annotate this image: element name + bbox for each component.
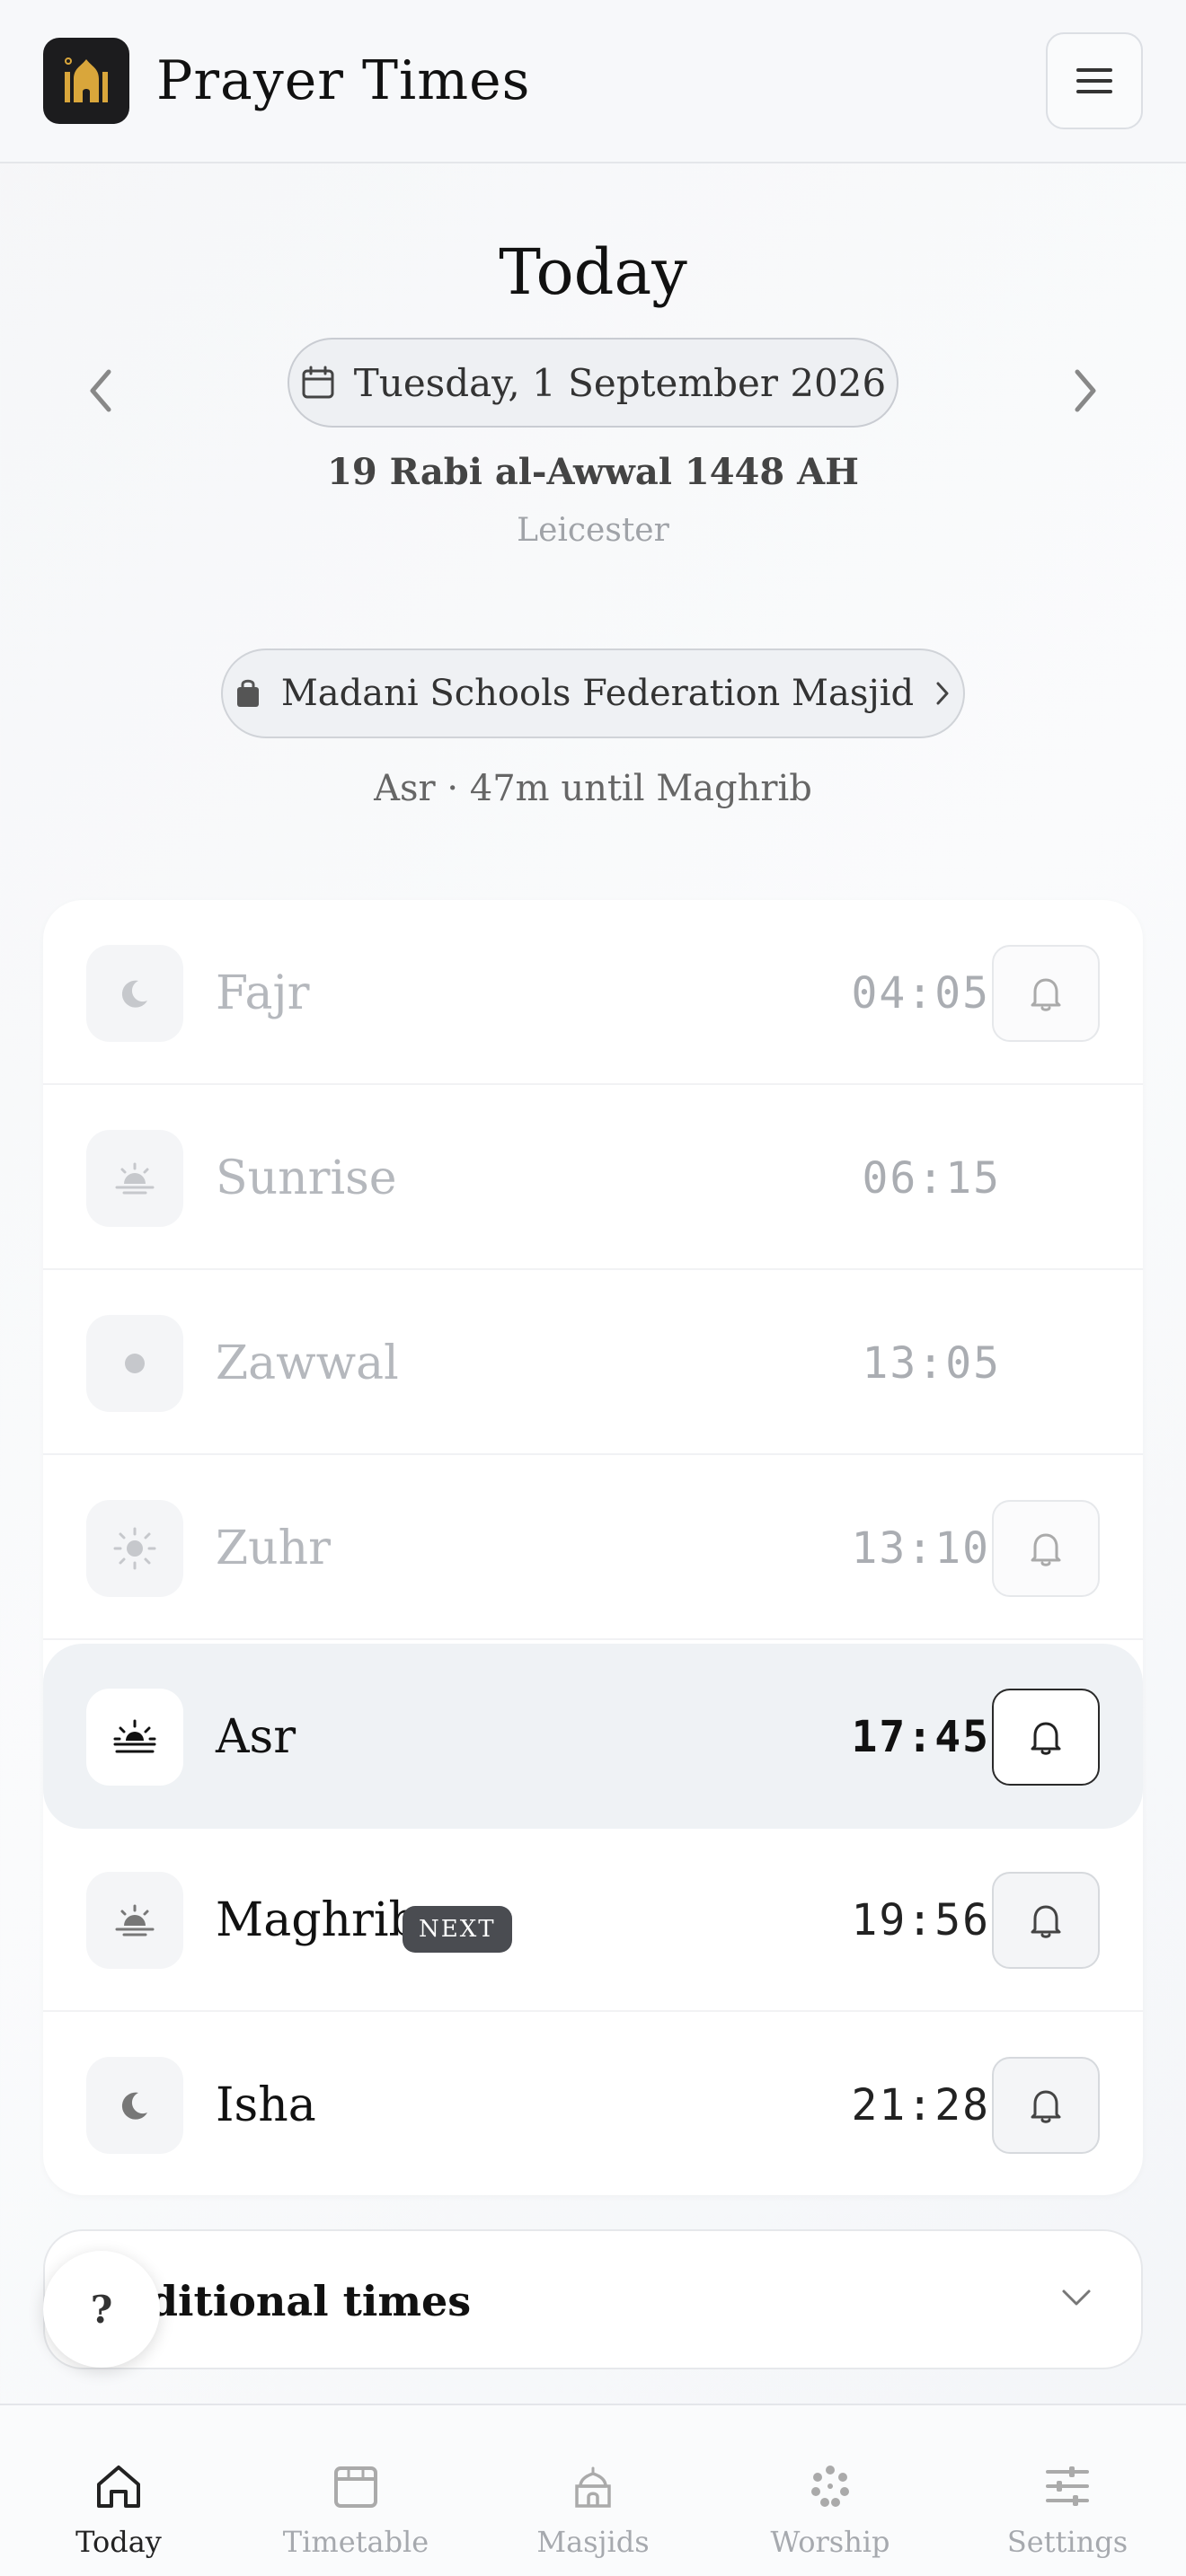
prayer-name: Fajr <box>216 966 310 1020</box>
sun-horizon-icon <box>86 1689 183 1786</box>
nav-masjids[interactable]: Masjids <box>474 2405 712 2576</box>
additional-times-expander[interactable]: Additional times <box>43 2229 1143 2369</box>
bell-icon <box>1031 978 1061 1011</box>
next-badge: NEXT <box>403 1906 512 1953</box>
calendar-icon <box>331 2461 381 2511</box>
app-header: Prayer Times <box>0 0 1186 163</box>
sliders-icon <box>1042 2461 1093 2511</box>
prayer-row-asr: Asr 17:45 <box>43 1644 1143 1829</box>
nav-label: Settings <box>1006 2525 1128 2559</box>
bell-icon <box>1031 1722 1061 1755</box>
prayer-row-sunrise: Sunrise 06:15 <box>43 1085 1143 1270</box>
prayer-name: Asr <box>216 1710 296 1764</box>
prayer-times-card: Fajr 04:05 Sunrise 06:15 Zawwal 13:05 Zu… <box>43 900 1143 2195</box>
prayer-name: Zuhr <box>216 1522 331 1575</box>
app-title: Prayer Times <box>156 49 531 112</box>
prayer-row-fajr: Fajr 04:05 <box>43 900 1143 1085</box>
prayer-row-zuhr: Zuhr 13:10 <box>43 1455 1143 1640</box>
bell-icon <box>1031 2090 1061 2123</box>
bottom-navigation: Today Timetable Masjids Worship Settings <box>0 2404 1186 2576</box>
bell-icon <box>1031 1905 1061 1938</box>
masjid-name: Madani Schools Federation Masjid <box>280 673 915 714</box>
nav-label: Worship <box>770 2525 890 2559</box>
chevron-right-icon <box>1075 369 1096 412</box>
date-label: Tuesday, 1 September 2026 <box>353 360 887 405</box>
prayer-time: 19:56 <box>851 1895 990 1945</box>
prayer-name: Maghrib <box>216 1893 419 1947</box>
notification-toggle-asr[interactable] <box>992 1689 1100 1786</box>
moon-icon <box>86 2057 183 2154</box>
bell-icon <box>1031 1533 1061 1566</box>
previous-day-button[interactable] <box>74 359 128 422</box>
prayer-row-isha: Isha 21:28 <box>43 2012 1143 2197</box>
home-icon <box>93 2461 144 2511</box>
chevron-down-icon <box>1062 2289 1091 2306</box>
prayer-time: 06:15 <box>862 1153 1001 1204</box>
nav-settings[interactable]: Settings <box>949 2405 1186 2576</box>
hijri-date: 19 Rabi al-Awwal 1448 AH <box>327 451 859 493</box>
notification-toggle-isha[interactable] <box>992 2057 1100 2154</box>
nav-label: Timetable <box>282 2525 429 2559</box>
hamburger-icon <box>1076 68 1112 93</box>
prayer-time: 21:28 <box>851 2080 990 2130</box>
prayer-time: 04:05 <box>851 968 990 1019</box>
chevron-right-icon <box>936 682 949 705</box>
prayer-time: 17:45 <box>851 1712 990 1762</box>
sunrise-icon <box>86 1130 183 1227</box>
mosque-icon <box>568 2461 618 2511</box>
notification-toggle-fajr[interactable] <box>992 945 1100 1042</box>
city-label: Leicester <box>517 512 669 549</box>
nav-label: Today <box>75 2525 162 2559</box>
sun-icon <box>86 1500 183 1597</box>
sunset-icon <box>86 1872 183 1969</box>
notification-toggle-zuhr[interactable] <box>992 1500 1100 1597</box>
moon-icon <box>86 945 183 1042</box>
prayer-row-maghrib: Maghrib NEXT 19:56 <box>43 1827 1143 2012</box>
prayer-row-zawwal: Zawwal 13:05 <box>43 1270 1143 1455</box>
beads-icon <box>805 2461 855 2511</box>
nav-worship[interactable]: Worship <box>712 2405 949 2576</box>
nav-label: Masjids <box>536 2525 650 2559</box>
notification-toggle-maghrib[interactable] <box>992 1872 1100 1969</box>
date-picker-button[interactable]: Tuesday, 1 September 2026 <box>288 338 898 428</box>
help-button[interactable]: ? <box>43 2251 160 2368</box>
prayer-name: Zawwal <box>216 1337 399 1390</box>
calendar-icon <box>302 366 334 399</box>
bag-icon <box>236 679 259 707</box>
prayer-status: Asr · 47m until Maghrib <box>374 768 812 809</box>
prayer-time: 13:05 <box>862 1338 1001 1389</box>
dot-icon <box>86 1315 183 1412</box>
page-title: Today <box>499 235 687 309</box>
chevron-left-icon <box>90 369 111 412</box>
menu-button[interactable] <box>1046 32 1143 129</box>
prayer-time: 13:10 <box>851 1523 990 1574</box>
next-day-button[interactable] <box>1058 359 1112 422</box>
mosque-icon <box>43 38 129 124</box>
nav-timetable[interactable]: Timetable <box>237 2405 474 2576</box>
nav-today[interactable]: Today <box>0 2405 237 2576</box>
masjid-selector[interactable]: Madani Schools Federation Masjid <box>221 648 965 738</box>
prayer-name: Sunrise <box>216 1151 397 1205</box>
prayer-name: Isha <box>216 2078 316 2132</box>
